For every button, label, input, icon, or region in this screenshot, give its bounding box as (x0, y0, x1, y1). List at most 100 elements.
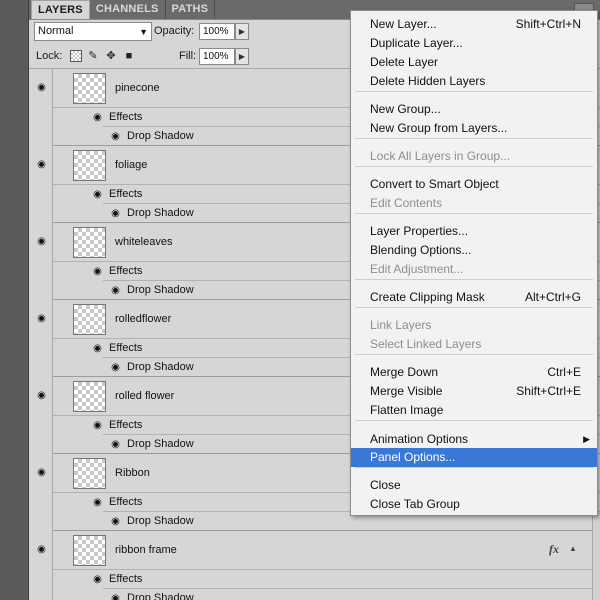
menu-item-label: Flatten Image (370, 403, 444, 417)
menu-item[interactable]: Close (351, 476, 597, 495)
menu-item[interactable]: Panel Options... (351, 448, 597, 467)
menu-item: Lock All Layers in Group... (351, 147, 597, 166)
eye-icon[interactable]: ◉ (91, 344, 104, 354)
tab-channels[interactable]: CHANNELS (90, 0, 166, 19)
eye-icon[interactable]: ◉ (109, 517, 122, 527)
eye-icon[interactable]: ◉ (91, 498, 104, 508)
eye-icon[interactable]: ◉ (109, 286, 122, 296)
layer-thumbnail (73, 304, 106, 335)
menu-item[interactable]: Convert to Smart Object (351, 175, 597, 194)
opacity-input[interactable]: 100% (199, 23, 235, 40)
effects-row[interactable]: ◉ Effects (53, 569, 600, 588)
lock-all-icon[interactable]: ■ (123, 50, 135, 62)
menu-item[interactable]: New Layer... Shift+Ctrl+N (351, 15, 597, 34)
layer-name: rolledflower (115, 313, 172, 325)
eye-icon[interactable]: ◉ (109, 363, 122, 373)
layer-thumbnail (73, 381, 106, 412)
menu-item[interactable]: New Group... (351, 100, 597, 119)
fill-label: Fill: (179, 50, 197, 62)
menu-item-label: Lock All Layers in Group... (370, 149, 511, 163)
menu-item[interactable]: Create Clipping Mask Alt+Ctrl+G (351, 288, 597, 307)
menu-separator (355, 420, 593, 421)
menu-item-label: Close Tab Group (370, 497, 460, 511)
tab-paths[interactable]: PATHS (166, 0, 216, 19)
menu-item-label: Merge Visible (370, 384, 443, 398)
blend-mode-select[interactable]: Normal ▼ (34, 22, 152, 41)
menu-item-label: Animation Options (370, 432, 469, 446)
layer-name: whiteleaves (115, 236, 173, 248)
eye-icon[interactable]: ◉ (91, 575, 104, 585)
lock-image-pixels-icon[interactable]: ✎ (87, 50, 99, 62)
eye-icon[interactable]: ◉ (109, 440, 122, 450)
menu-item[interactable]: Merge Visible Shift+Ctrl+E (351, 382, 597, 401)
menu-separator (355, 166, 593, 167)
menu-item[interactable]: Blending Options... (351, 241, 597, 260)
menu-item-label: Create Clipping Mask (370, 290, 485, 304)
eye-icon[interactable]: ◉ (109, 132, 122, 142)
menu-item-label: Edit Contents (370, 196, 443, 210)
eye-icon[interactable]: ◉ (91, 113, 104, 123)
menu-item-shortcut: Ctrl+E (547, 365, 581, 379)
effects-label: Effects (109, 342, 143, 354)
drop-shadow-row[interactable]: ◉ Drop Shadow (103, 588, 600, 600)
menu-item[interactable]: Flatten Image (351, 401, 597, 420)
menu-item[interactable]: New Group from Layers... (351, 119, 597, 138)
drop-shadow-label: Drop Shadow (127, 284, 194, 296)
menu-item[interactable]: Layer Properties... (351, 222, 597, 241)
menu-item-label: Select Linked Layers (370, 337, 482, 351)
menu-item-label: Layer Properties... (370, 224, 469, 238)
effects-label: Effects (109, 111, 143, 123)
menu-item-label: Duplicate Layer... (370, 36, 463, 50)
menu-item-label: Edit Adjustment... (370, 262, 464, 276)
fill-slider-arrow-icon[interactable]: ▶ (235, 48, 249, 65)
fx-icon[interactable]: fx (549, 542, 559, 557)
layer-thumbnail (73, 458, 106, 489)
lock-position-icon[interactable]: ✥ (105, 50, 117, 62)
menu-item[interactable]: Delete Hidden Layers (351, 72, 597, 91)
lock-label: Lock: (36, 50, 63, 62)
layer-main-row[interactable]: ribbon frame fx ▲ (29, 531, 600, 569)
menu-item[interactable]: Animation Options ▶ (351, 430, 597, 449)
menu-item: Edit Contents (351, 194, 597, 213)
drop-shadow-label: Drop Shadow (127, 515, 194, 527)
menu-item[interactable]: Merge Down Ctrl+E (351, 363, 597, 382)
menu-item[interactable]: Duplicate Layer... (351, 34, 597, 53)
menu-separator (355, 279, 593, 280)
lock-transparent-pixels-icon[interactable] (70, 50, 82, 62)
menu-item: Link Layers (351, 316, 597, 335)
layer-thumbnail (73, 150, 106, 181)
menu-item-label: New Group from Layers... (370, 121, 508, 135)
tab-layers[interactable]: LAYERS (31, 0, 90, 19)
layer-row[interactable]: ◉ ribbon frame fx ▲ ◉ Effects ◉ Drop Shadow (29, 531, 600, 600)
drop-shadow-label: Drop Shadow (127, 207, 194, 219)
eye-icon[interactable]: ◉ (91, 267, 104, 277)
effects-label: Effects (109, 573, 143, 585)
menu-item-label: Delete Layer (370, 55, 439, 69)
expand-effects-icon[interactable]: ▲ (569, 544, 577, 553)
layers-scrollbar[interactable] (592, 513, 600, 600)
menu-item-label: Link Layers (370, 318, 432, 332)
menu-item[interactable]: Close Tab Group (351, 495, 597, 514)
eye-icon[interactable]: ◉ (109, 209, 122, 219)
menu-item[interactable]: Delete Layer (351, 53, 597, 72)
drop-shadow-label: Drop Shadow (127, 438, 194, 450)
menu-separator (355, 307, 593, 308)
opacity-slider-arrow-icon[interactable]: ▶ (235, 23, 249, 40)
layer-name: rolled flower (115, 390, 175, 402)
eye-icon[interactable]: ◉ (91, 421, 104, 431)
fill-input[interactable]: 100% (199, 48, 235, 65)
panel-flyout-menu: New Layer... Shift+Ctrl+N Duplicate Layer.… (350, 10, 598, 516)
menu-item-label: Blending Options... (370, 243, 472, 257)
drop-shadow-label: Drop Shadow (127, 130, 194, 142)
layer-thumbnail (73, 535, 106, 566)
menu-separator (355, 467, 593, 468)
effects-label: Effects (109, 188, 143, 200)
menu-item: Edit Adjustment... (351, 260, 597, 279)
layer-name: foliage (115, 159, 148, 171)
effects-label: Effects (109, 419, 143, 431)
layer-thumbnail (73, 227, 106, 258)
opacity-label: Opacity: (154, 25, 195, 37)
blend-mode-value: Normal (38, 25, 74, 37)
eye-icon[interactable]: ◉ (109, 594, 122, 600)
eye-icon[interactable]: ◉ (91, 190, 104, 200)
